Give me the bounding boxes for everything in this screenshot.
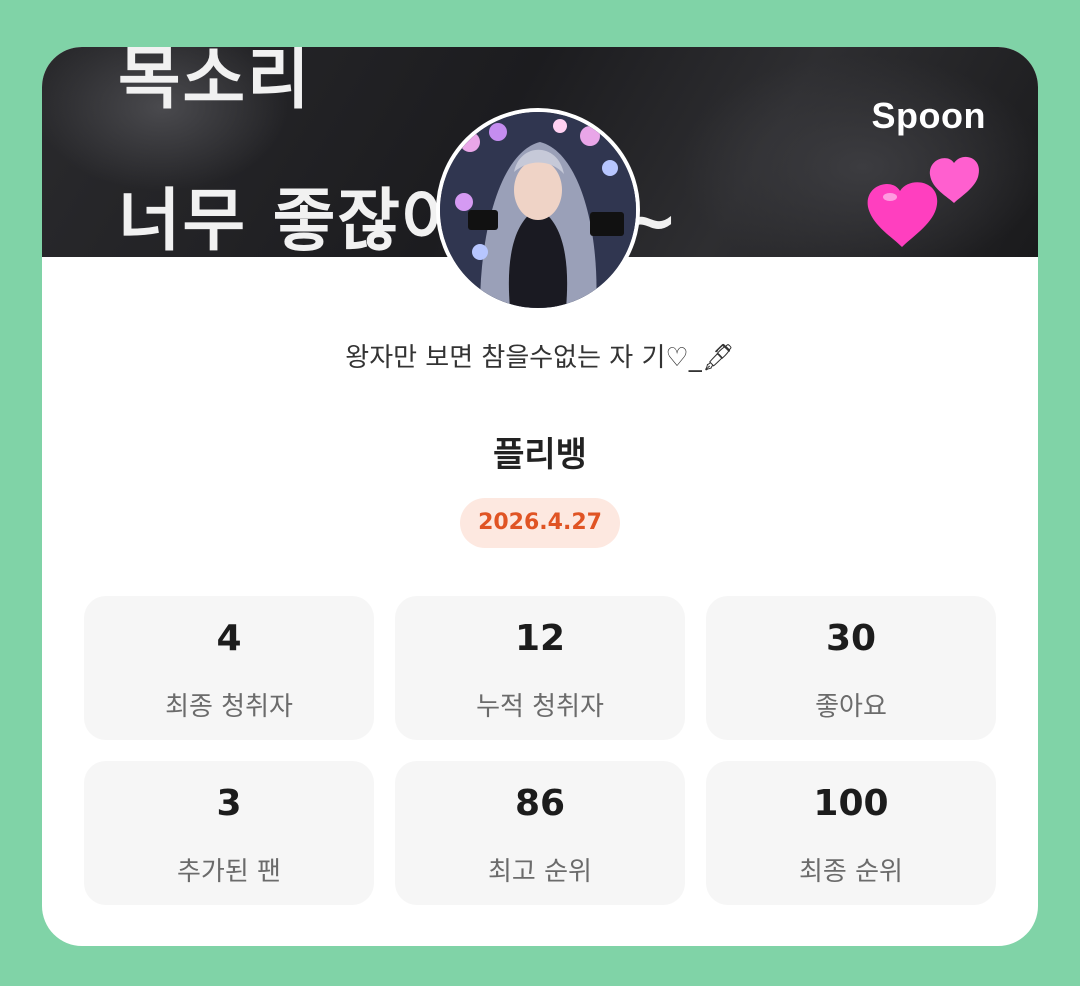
date-badge: 2026.4.27 <box>460 498 620 548</box>
stat-likes: 30 좋아요 <box>706 596 996 740</box>
stat-value: 100 <box>813 783 889 824</box>
stat-value: 86 <box>514 783 566 824</box>
stat-added-fans: 3 추가된 팬 <box>84 761 374 905</box>
avatar[interactable] <box>436 108 640 312</box>
stat-label: 추가된 팬 <box>177 857 281 887</box>
heart-icon <box>867 156 980 247</box>
stat-cumulative-listeners: 12 누적 청취자 <box>395 596 685 740</box>
stat-label: 최종 청취자 <box>165 692 293 722</box>
banner-text-line1: 목소리 <box>118 47 312 119</box>
profile-name: 플리뱅 <box>493 435 587 475</box>
stat-label: 최종 순위 <box>799 857 903 887</box>
stat-label: 최고 순위 <box>488 857 592 887</box>
stat-value: 30 <box>825 618 877 659</box>
stat-final-rank: 100 최종 순위 <box>706 761 996 905</box>
spoon-logo: Spoon <box>871 95 986 136</box>
stat-best-rank: 86 최고 순위 <box>395 761 685 905</box>
stat-final-listeners: 4 최종 청취자 <box>84 596 374 740</box>
stat-label: 누적 청취자 <box>476 692 604 722</box>
stat-label: 좋아요 <box>815 692 887 722</box>
stat-value: 12 <box>514 618 566 659</box>
stat-value: 4 <box>216 618 242 659</box>
profile-bio: 왕자만 보면 참을수없는 자 기♡_🖋 <box>345 343 735 373</box>
stat-value: 3 <box>216 783 242 824</box>
stats-card: 목소리 너무 좋잖아 쟈기~ Spoon 왕자만 보면 참을수없는 자 기♡_🖋… <box>42 47 1038 946</box>
avatar-image <box>440 112 636 308</box>
